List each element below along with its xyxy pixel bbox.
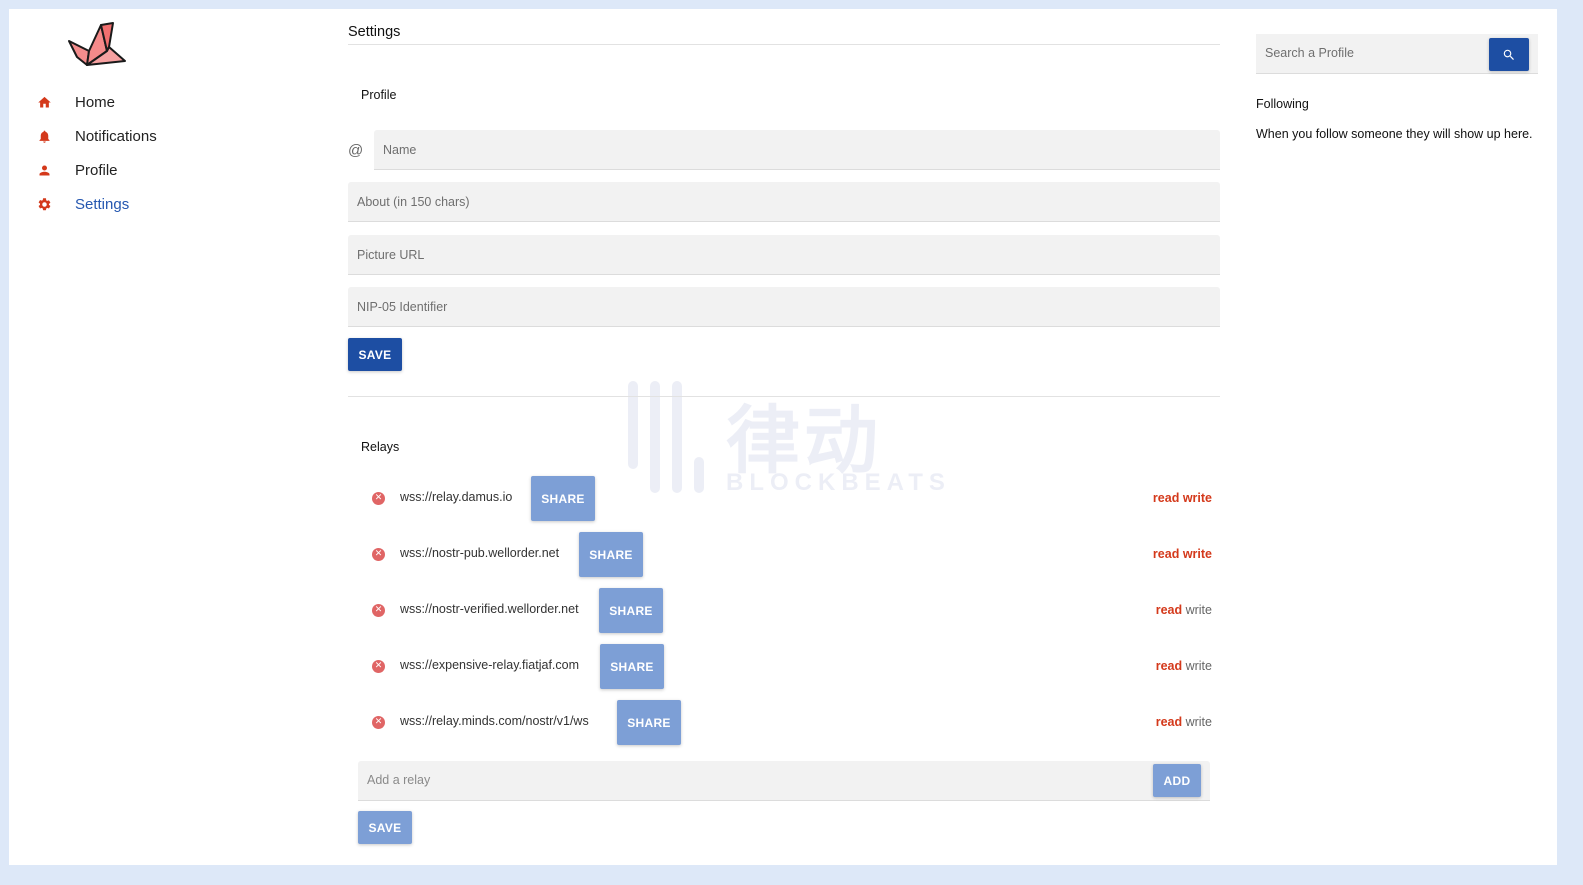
relay-read-toggle[interactable]: read <box>1153 491 1179 505</box>
relay-row: ✕ wss://relay.damus.io SHARE read write <box>372 476 1212 521</box>
relay-write-toggle[interactable]: write <box>1183 547 1212 561</box>
relay-url: wss://relay.damus.io <box>400 490 513 504</box>
relay-permissions: read write <box>1156 659 1212 673</box>
search-icon <box>1503 49 1514 60</box>
sidebar-item-profile[interactable]: Profile <box>33 153 273 187</box>
relay-url: wss://relay.minds.com/nostr/v1/ws <box>400 714 589 728</box>
add-relay-input[interactable] <box>358 761 1156 799</box>
logo-crane-icon[interactable] <box>67 21 129 69</box>
share-relay-button[interactable]: SHARE <box>531 476 595 521</box>
relay-write-toggle[interactable]: write <box>1183 491 1212 505</box>
relay-permissions: read write <box>1156 715 1212 729</box>
following-heading: Following <box>1256 97 1309 111</box>
sidebar-item-label: Settings <box>75 195 130 213</box>
remove-relay-icon[interactable]: ✕ <box>372 716 385 729</box>
relay-read-toggle[interactable]: read <box>1156 659 1182 673</box>
relay-row: ✕ wss://relay.minds.com/nostr/v1/ws SHAR… <box>372 700 1212 745</box>
profile-search <box>1256 34 1538 74</box>
name-field[interactable] <box>374 130 1220 170</box>
remove-relay-icon[interactable]: ✕ <box>372 660 385 673</box>
relay-write-toggle[interactable]: write <box>1186 715 1212 729</box>
relay-permissions: read write <box>1156 603 1212 617</box>
relay-read-toggle[interactable]: read <box>1156 715 1182 729</box>
picture-url-field[interactable] <box>348 235 1220 275</box>
relay-permissions: read write <box>1153 547 1212 561</box>
sidebar-item-home[interactable]: Home <box>33 85 273 119</box>
profile-heading: Profile <box>361 88 397 102</box>
relay-write-toggle[interactable]: write <box>1186 659 1212 673</box>
add-relay-button[interactable]: ADD <box>1153 764 1201 797</box>
search-input[interactable] <box>1256 34 1502 72</box>
relay-permissions: read write <box>1153 491 1212 505</box>
share-relay-button[interactable]: SHARE <box>579 532 643 577</box>
gear-icon <box>34 194 54 214</box>
person-icon <box>34 160 54 180</box>
relay-row: ✕ wss://expensive-relay.fiatjaf.com SHAR… <box>372 644 1212 689</box>
relay-read-toggle[interactable]: read <box>1153 547 1179 561</box>
share-relay-button[interactable]: SHARE <box>599 588 663 633</box>
title-divider <box>348 44 1220 45</box>
app-window: Home Notifications Profile Settings 律动 B… <box>9 9 1557 865</box>
home-icon <box>34 92 54 112</box>
section-divider <box>348 396 1220 397</box>
sidebar-item-label: Notifications <box>75 127 157 145</box>
relay-row: ✕ wss://nostr-pub.wellorder.net SHARE re… <box>372 532 1212 577</box>
sidebar-item-notifications[interactable]: Notifications <box>33 119 273 153</box>
sidebar-item-label: Profile <box>75 161 118 179</box>
save-relays-button[interactable]: SAVE <box>358 811 412 844</box>
relay-row: ✕ wss://nostr-verified.wellorder.net SHA… <box>372 588 1212 633</box>
bell-icon <box>34 126 54 146</box>
remove-relay-icon[interactable]: ✕ <box>372 604 385 617</box>
remove-relay-icon[interactable]: ✕ <box>372 492 385 505</box>
relay-url: wss://nostr-pub.wellorder.net <box>400 546 560 560</box>
page-title: Settings <box>348 24 401 40</box>
sidebar-item-label: Home <box>75 93 116 111</box>
save-profile-button[interactable]: SAVE <box>348 338 402 371</box>
search-button[interactable] <box>1489 38 1529 71</box>
relay-url: wss://nostr-verified.wellorder.net <box>400 602 579 616</box>
watermark-text-cn: 律动 <box>726 398 882 484</box>
share-relay-button[interactable]: SHARE <box>617 700 681 745</box>
about-field[interactable] <box>348 182 1220 222</box>
relays-heading: Relays <box>361 440 400 454</box>
relay-url: wss://expensive-relay.fiatjaf.com <box>400 658 579 672</box>
at-icon: @ <box>348 142 364 159</box>
remove-relay-icon[interactable]: ✕ <box>372 548 385 561</box>
nip05-field[interactable] <box>348 287 1220 327</box>
following-empty-message: When you follow someone they will show u… <box>1256 127 1533 141</box>
add-relay-bar: ADD <box>358 761 1210 801</box>
share-relay-button[interactable]: SHARE <box>600 644 664 689</box>
relay-read-toggle[interactable]: read <box>1156 603 1182 617</box>
sidebar-nav: Home Notifications Profile Settings <box>33 85 273 221</box>
relay-write-toggle[interactable]: write <box>1186 603 1212 617</box>
sidebar-item-settings[interactable]: Settings <box>33 187 273 221</box>
